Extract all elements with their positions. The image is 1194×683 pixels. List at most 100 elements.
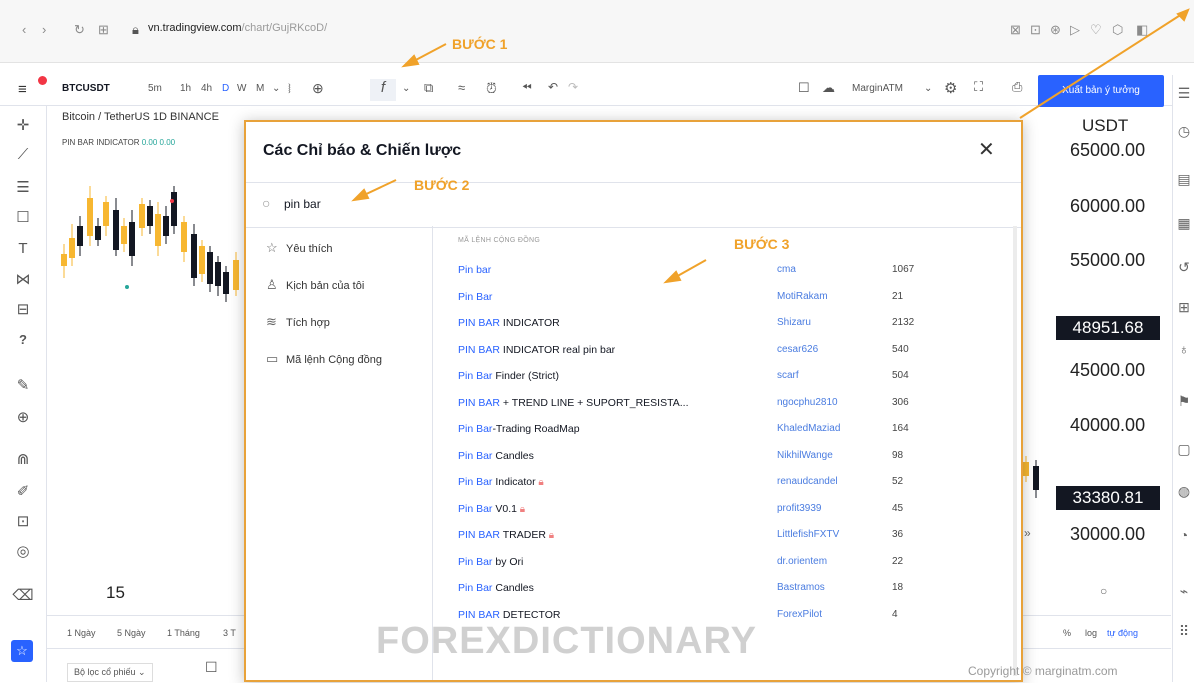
result-author[interactable]: MotiRakam xyxy=(777,291,828,302)
undo-icon[interactable]: ↶ xyxy=(548,80,558,94)
range-3m[interactable]: 3 T xyxy=(223,628,236,638)
square-icon[interactable]: ☐ xyxy=(205,659,218,676)
interval-4h[interactable]: 4h xyxy=(201,83,212,94)
result-row[interactable]: Pin Bar V0.1 🔒︎ profit3939 45 xyxy=(432,498,1018,524)
bulb-icon[interactable]: ♁ xyxy=(1173,341,1194,357)
result-author[interactable]: Shizaru xyxy=(777,317,811,328)
result-row[interactable]: Pin Bar MotiRakam 21 xyxy=(432,286,1018,312)
result-author[interactable]: KhaledMaziad xyxy=(777,423,840,434)
result-author[interactable]: cesar626 xyxy=(777,344,818,355)
range-1d[interactable]: 1 Ngày xyxy=(67,628,96,638)
reload-icon[interactable]: ↻ xyxy=(74,22,85,38)
magnet-icon[interactable]: ⋒ xyxy=(0,450,46,468)
indicator-legend[interactable]: PIN BAR INDICATOR 0.00 0.00 xyxy=(62,138,175,147)
stream-icon[interactable]: ◍ xyxy=(1173,483,1194,500)
scrollbar[interactable] xyxy=(1013,226,1017,676)
interval-m[interactable]: M xyxy=(256,83,264,94)
extension-icon[interactable]: ⊠ xyxy=(1010,22,1021,38)
list-icon[interactable]: ☰ xyxy=(1173,85,1194,102)
result-row[interactable]: Pin Bar Candles Bastramos 18 xyxy=(432,577,1018,603)
news-icon[interactable]: ▦ xyxy=(1173,215,1194,232)
replay-icon[interactable]: ⏪︎ xyxy=(522,80,532,95)
zoom-icon[interactable]: ⊕ xyxy=(0,408,46,426)
result-author[interactable]: ngocphu2810 xyxy=(777,397,838,408)
stock-filter-button[interactable]: Bộ lọc cổ phiếu ⌄ xyxy=(67,663,153,682)
apps-icon[interactable]: ⠿ xyxy=(1173,623,1194,640)
alarm-icon[interactable]: ⏰︎ xyxy=(486,80,497,97)
percent-toggle[interactable]: % xyxy=(1063,628,1071,638)
dom-icon[interactable]: ⌁ xyxy=(1173,583,1194,600)
trendline-icon[interactable]: ⟋ xyxy=(0,146,46,163)
candles-icon[interactable]: ⧘ xyxy=(288,80,291,97)
interval-w[interactable]: W xyxy=(237,83,246,94)
measure-icon[interactable]: ⊟ xyxy=(0,300,46,318)
range-1m[interactable]: 1 Tháng xyxy=(167,628,200,638)
indicators-icon[interactable]: f xyxy=(370,79,396,101)
tabs-icon[interactable]: ⊞ xyxy=(98,22,109,38)
settings-icon[interactable]: ⊛ xyxy=(1050,22,1061,38)
help-icon[interactable]: ? xyxy=(0,332,46,347)
redo-icon[interactable]: ↷ xyxy=(568,80,578,94)
forward-icon[interactable]: › xyxy=(42,22,46,37)
result-author[interactable]: profit3939 xyxy=(777,503,821,514)
interval-d[interactable]: D xyxy=(222,83,229,94)
close-icon[interactable]: ✕ xyxy=(978,140,995,160)
result-row[interactable]: Pin bar cma 1067 xyxy=(432,259,1018,285)
result-row[interactable]: PIN BAR INDICATOR real pin bar cesar626 54… xyxy=(432,339,1018,365)
address-bar[interactable]: vn.tradingview.com/chart/GujRKcoD/ xyxy=(148,22,327,34)
pattern-icon[interactable]: ⋈ xyxy=(0,270,46,288)
grid-icon[interactable]: ⊞ xyxy=(1173,299,1194,316)
chevron-down-icon[interactable]: ⌄ xyxy=(924,83,932,94)
signal-icon[interactable]: ◔ xyxy=(1173,527,1194,543)
nav-item[interactable]: ▭ Mã lệnh Cộng đồng xyxy=(266,351,382,373)
result-author[interactable]: LittlefishFXTV xyxy=(777,529,839,540)
compare-icon[interactable]: ⊕ xyxy=(312,80,324,97)
result-author[interactable]: renaudcandel xyxy=(777,476,838,487)
nav-item[interactable]: ☆ Yêu thích xyxy=(266,240,332,262)
fullscreen-icon[interactable]: ⛶ xyxy=(974,79,983,95)
camera-icon[interactable]: ⎙ xyxy=(1012,79,1022,95)
result-author[interactable]: cma xyxy=(777,264,796,275)
layout-name[interactable]: MarginATM xyxy=(852,83,903,94)
settings-circle-icon[interactable]: ○ xyxy=(1100,584,1107,598)
back-icon[interactable]: ‹ xyxy=(22,22,26,37)
sidebar-icon[interactable]: ◧ xyxy=(1136,22,1148,38)
nav-item[interactable]: ≋ Tích hợp xyxy=(266,314,330,336)
auto-toggle[interactable]: tự động xyxy=(1107,628,1138,638)
print-icon[interactable]: ⊡ xyxy=(1030,22,1041,38)
cube-icon[interactable]: ⬡ xyxy=(1112,22,1123,38)
trash-icon[interactable]: ⌫ xyxy=(0,586,46,604)
result-row[interactable]: Pin Bar Candles NikhilWange 98 xyxy=(432,445,1018,471)
templates-icon[interactable]: ⧉ xyxy=(424,80,433,96)
refresh-icon[interactable]: ↺ xyxy=(1173,259,1194,276)
symbol-button[interactable]: BTCUSDT xyxy=(62,83,110,94)
result-author[interactable]: ForexPilot xyxy=(777,609,822,620)
heart-icon[interactable]: ♡ xyxy=(1090,22,1102,38)
result-author[interactable]: Bastramos xyxy=(777,582,825,593)
result-row[interactable]: Pin Bar Finder (Strict) scarf 504 xyxy=(432,365,1018,391)
result-row[interactable]: Pin Bar by Ori dr.orientem 22 xyxy=(432,551,1018,577)
shape-icon[interactable]: ☐ xyxy=(0,208,46,226)
result-author[interactable]: NikhilWange xyxy=(777,450,833,461)
result-row[interactable]: PIN BAR TRADER 🔒︎ LittlefishFXTV 36 xyxy=(432,524,1018,550)
crosshair-icon[interactable]: ✛ xyxy=(0,116,46,134)
publish-idea-button[interactable]: Xuất bản ý tưởng xyxy=(1038,75,1164,107)
gear-icon[interactable]: ⚙︎ xyxy=(944,79,957,97)
calendar-icon[interactable]: ▤ xyxy=(1173,171,1194,188)
chat-icon[interactable]: ▢ xyxy=(1173,441,1194,458)
text-icon[interactable]: T xyxy=(0,240,46,257)
result-author[interactable]: scarf xyxy=(777,370,799,381)
chevron-down-icon[interactable]: ⌄ xyxy=(402,83,410,94)
interval-5m[interactable]: 5m xyxy=(148,83,162,94)
layout-icon[interactable]: ☐ xyxy=(798,80,810,96)
chevron-down-icon[interactable]: ⌄ xyxy=(272,83,280,94)
interval-1h[interactable]: 1h xyxy=(180,83,191,94)
scroll-right-icon[interactable]: » xyxy=(1024,526,1031,540)
pencil-lock-icon[interactable]: ✐ xyxy=(0,482,46,500)
result-row[interactable]: PIN BAR + TREND LINE + SUPORT_RESISTA...… xyxy=(432,392,1018,418)
brush-icon[interactable]: ✎ xyxy=(0,376,46,394)
result-author[interactable]: dr.orientem xyxy=(777,556,827,567)
alert-icon[interactable]: ≈ xyxy=(458,80,465,95)
result-row[interactable]: Pin Bar Indicator 🔒︎ renaudcandel 52 xyxy=(432,471,1018,497)
nav-item[interactable]: ♙ Kịch bản của tôi xyxy=(266,277,364,299)
